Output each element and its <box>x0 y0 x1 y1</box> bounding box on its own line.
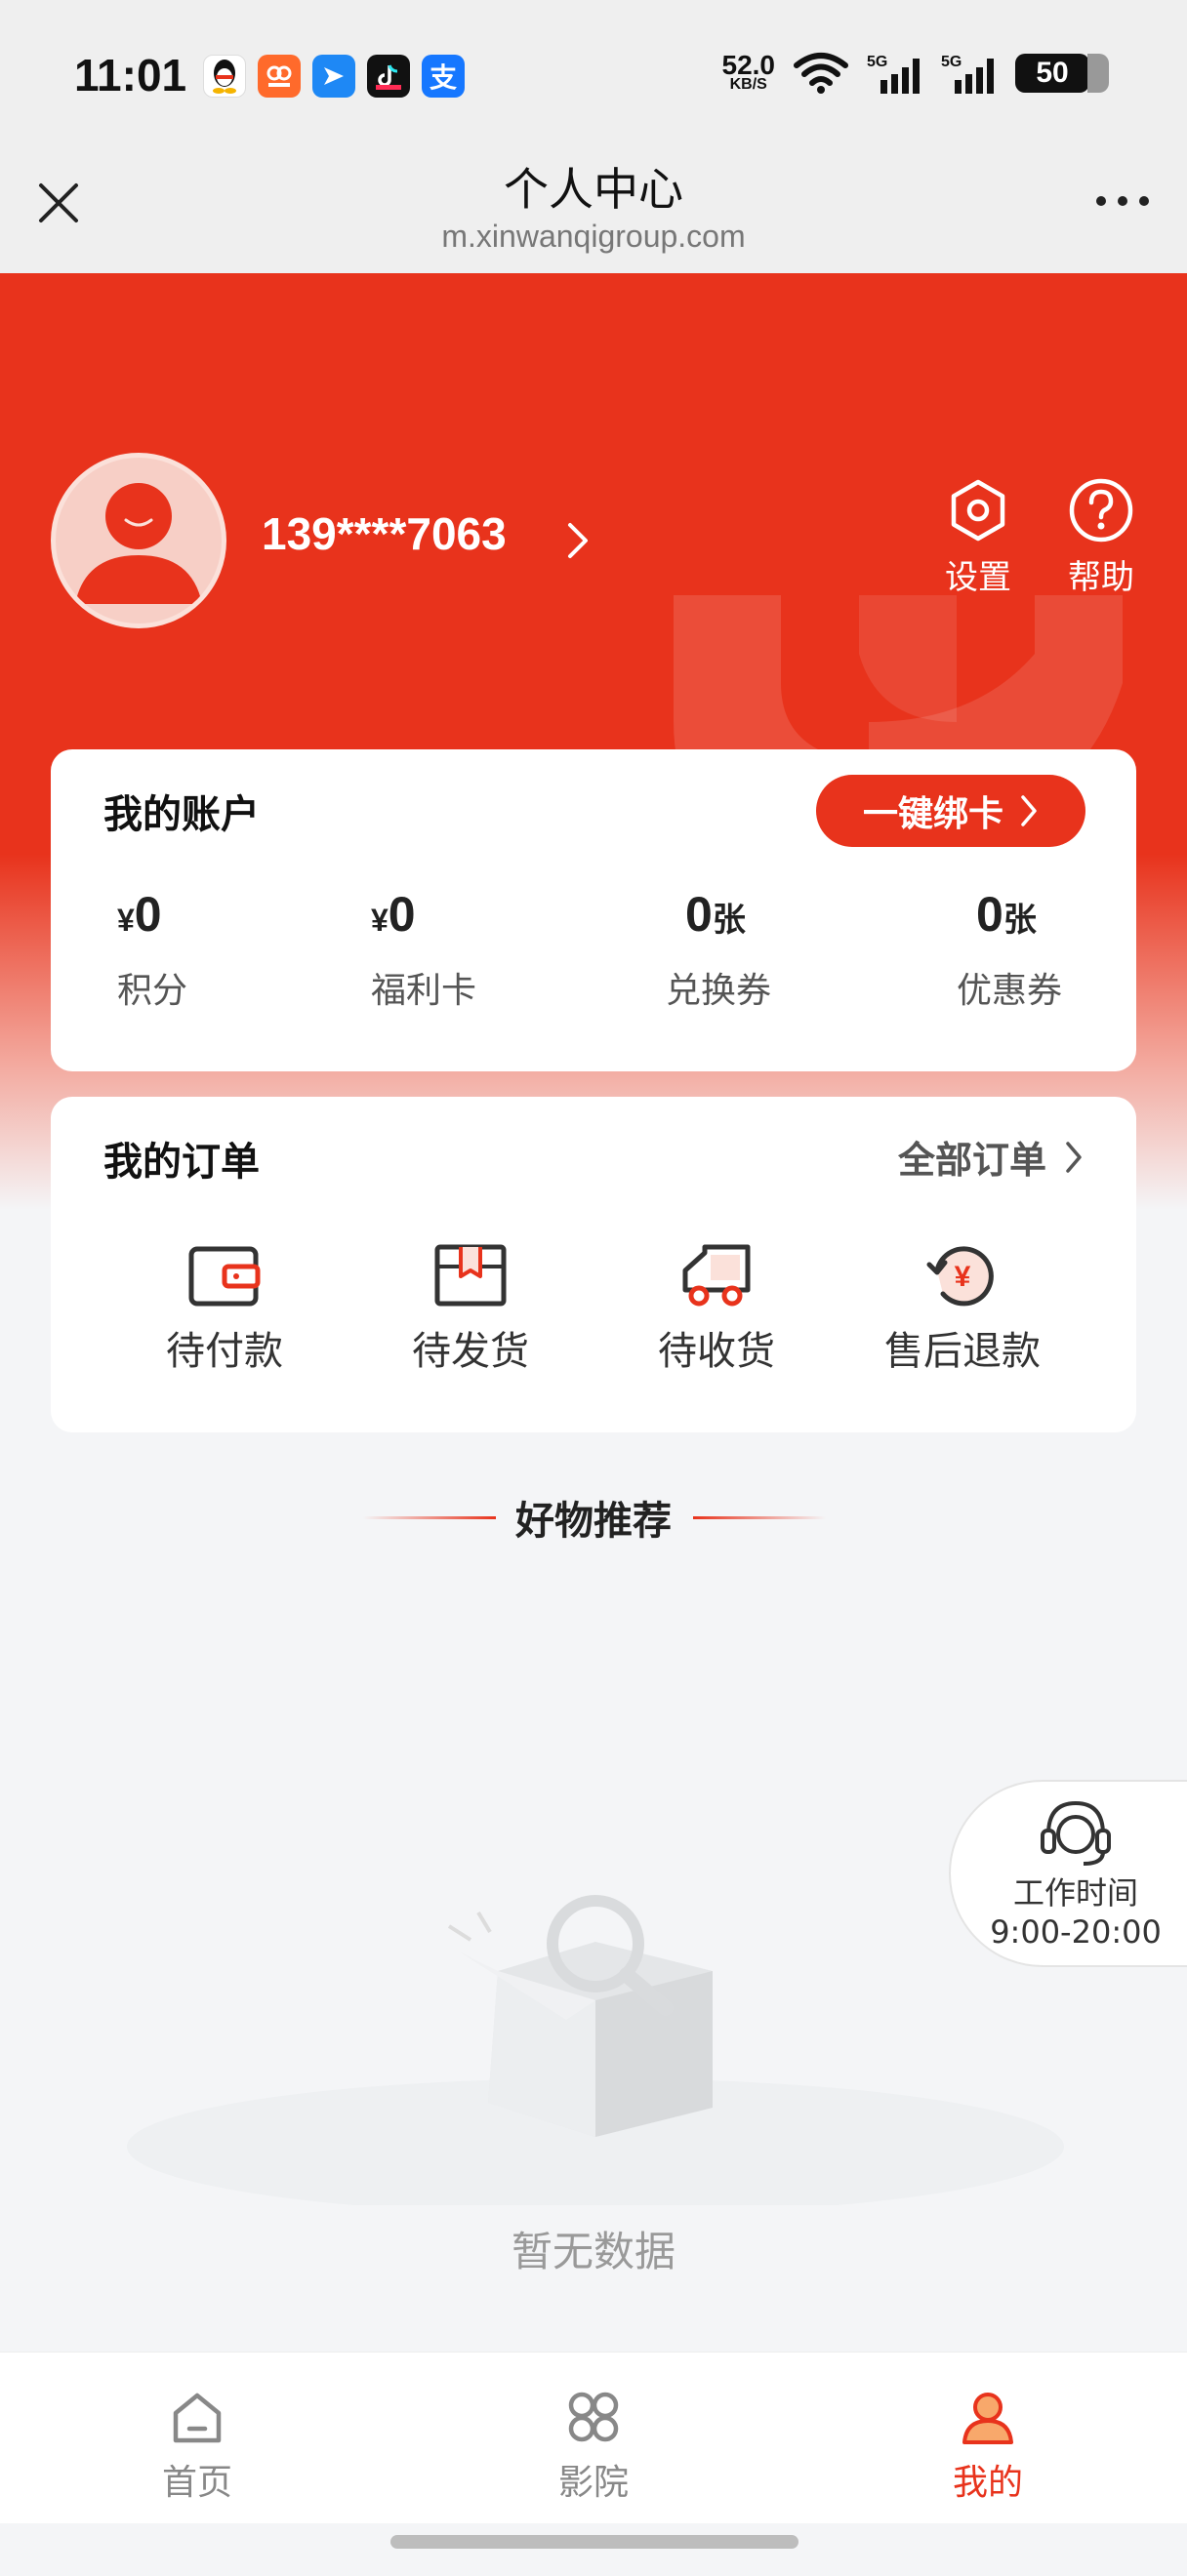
browser-nav-bar: 个人中心 m.xinwanqigroup.com <box>0 144 1187 273</box>
account-label: 福利卡 <box>371 971 477 1011</box>
tab-home[interactable]: 首页 <box>100 2388 295 2505</box>
account-item-points[interactable]: ¥0 积分 <box>117 886 312 1013</box>
orders-title: 我的订单 <box>103 1140 260 1185</box>
settings-label: 设置 <box>945 558 1011 597</box>
home-indicator[interactable] <box>390 2535 798 2549</box>
all-orders-label: 全部订单 <box>897 1139 1046 1182</box>
empty-state-text: 暂无数据 <box>511 2228 675 2275</box>
battery-indicator: 50 <box>1015 54 1109 93</box>
chevron-right-icon <box>1021 795 1037 826</box>
bind-card-label: 一键绑卡 <box>862 794 1003 834</box>
empty-box-illustration <box>127 1895 1064 2205</box>
network-speed: 52.0 KB/S <box>721 50 776 93</box>
account-value: ¥0 <box>117 887 162 942</box>
tab-cinema[interactable]: 影院 <box>496 2388 691 2505</box>
svg-text:5G: 5G <box>867 54 887 70</box>
bind-card-button[interactable]: 一键绑卡 <box>816 775 1085 847</box>
bottom-tab-bar: 首页 影院 我的 <box>0 2352 1187 2523</box>
settings-button[interactable]: 设置 <box>929 478 1027 598</box>
customer-service-button[interactable]: 工作时间 9:00-20:00 <box>949 1780 1187 1967</box>
tab-label: 首页 <box>161 2463 232 2503</box>
account-label: 兑换券 <box>666 971 772 1011</box>
settings-icon <box>951 479 1005 542</box>
order-label: 待收货 <box>658 1329 775 1374</box>
user-icon <box>962 2393 1013 2444</box>
account-value: 0张 <box>685 887 746 942</box>
order-pending-receipt[interactable]: 待收货 <box>619 1241 814 1376</box>
svg-text:¥: ¥ <box>955 1261 971 1293</box>
headset-icon <box>1041 1800 1111 1866</box>
notification-app-icons: 支 <box>203 55 465 98</box>
service-hours-label: 工作时间 <box>1012 1874 1138 1912</box>
help-label: 帮助 <box>1068 558 1134 597</box>
tab-label: 我的 <box>952 2463 1023 2503</box>
all-orders-link[interactable]: 全部订单 <box>898 1130 1084 1184</box>
order-pending-shipment[interactable]: 待发货 <box>373 1241 568 1376</box>
account-label: 积分 <box>117 971 188 1011</box>
more-icon[interactable] <box>1093 191 1152 211</box>
user-phone[interactable]: 139****7063 <box>262 507 507 560</box>
account-value: 0张 <box>976 887 1037 942</box>
recommend-title: 好物推荐 <box>515 1499 672 1544</box>
service-hours-value: 9:00-20:00 <box>990 1913 1162 1951</box>
tab-label: 影院 <box>557 2463 629 2503</box>
account-item-exchange-voucher[interactable]: 0张 兑换券 <box>666 886 861 1013</box>
account-item-welfare-card[interactable]: ¥0 福利卡 <box>371 886 566 1013</box>
truck-icon <box>682 1244 751 1307</box>
page-title: 个人中心 <box>504 163 683 216</box>
account-item-coupon[interactable]: 0张 优惠券 <box>957 886 1152 1013</box>
svg-text:5G: 5G <box>941 54 962 70</box>
help-button[interactable]: 帮助 <box>1052 478 1150 598</box>
status-time: 11:01 <box>74 50 187 101</box>
refund-icon: ¥ <box>926 1246 994 1307</box>
order-label: 待付款 <box>166 1329 283 1374</box>
order-after-sales-refund[interactable]: ¥ 售后退款 <box>865 1241 1060 1376</box>
signal-5g-icon-2: 5G <box>941 54 994 94</box>
box-icon <box>434 1244 507 1307</box>
signal-5g-icon: 5G <box>867 54 920 94</box>
home-icon <box>173 2393 222 2443</box>
app-orange-icon <box>258 55 301 98</box>
account-card: 我的账户 一键绑卡 ¥0 积分 ¥0 福利卡 0张 兑换券 0张 优惠券 <box>51 749 1136 1071</box>
tiktok-icon <box>367 55 410 98</box>
wallet-icon <box>188 1246 261 1307</box>
orders-card: 我的订单 全部订单 待付款 待发货 待收货 ¥ 售后退款 <box>51 1097 1136 1432</box>
alipay-icon: 支 <box>422 55 465 98</box>
section-divider-right <box>693 1516 826 1519</box>
order-label: 待发货 <box>412 1329 529 1374</box>
chevron-right-icon[interactable] <box>564 521 592 560</box>
status-indicators: 52.0 KB/S 5G 5G 50 <box>721 50 1109 96</box>
status-bar: 11:01 支 52.0 KB/S 5G 5G 50 <box>0 0 1187 144</box>
order-label: 售后退款 <box>884 1329 1041 1374</box>
bird-icon <box>312 55 355 98</box>
order-pending-payment[interactable]: 待付款 <box>127 1241 322 1376</box>
help-icon <box>1069 478 1133 543</box>
account-label: 优惠券 <box>957 971 1063 1011</box>
chevron-right-icon <box>1066 1141 1082 1173</box>
avatar[interactable] <box>51 453 226 628</box>
tab-mine[interactable]: 我的 <box>890 2388 1085 2505</box>
account-title: 我的账户 <box>103 792 260 837</box>
page-url: m.xinwanqigroup.com <box>441 219 746 254</box>
wifi-icon <box>794 53 848 94</box>
user-avatar-icon <box>75 483 202 604</box>
qq-icon <box>203 55 246 98</box>
cinema-icon <box>568 2392 619 2442</box>
account-value: ¥0 <box>371 887 416 942</box>
